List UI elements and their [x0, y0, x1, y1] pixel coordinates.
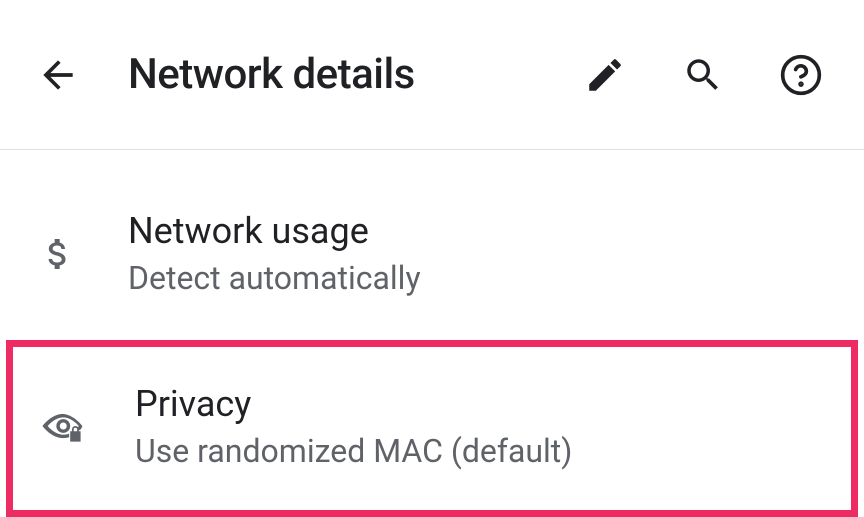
- settings-list: Network usage Detect automatically Priva…: [0, 150, 864, 517]
- back-button[interactable]: [28, 45, 88, 105]
- item-text: Network usage Detect automatically: [128, 210, 421, 298]
- search-icon: [682, 54, 724, 96]
- item-text: Privacy Use randomized MAC (default): [135, 383, 572, 471]
- privacy-eye-lock-icon: [39, 400, 91, 452]
- arrow-back-icon: [36, 53, 80, 97]
- header-actions: [580, 50, 826, 100]
- pencil-icon: [584, 54, 626, 96]
- help-icon: [779, 53, 823, 97]
- network-usage-item[interactable]: Network usage Detect automatically: [0, 180, 864, 328]
- item-title: Privacy: [135, 383, 572, 426]
- item-subtitle: Use randomized MAC (default): [135, 432, 572, 470]
- page-title: Network details: [128, 50, 580, 99]
- help-button[interactable]: [776, 50, 826, 100]
- edit-button[interactable]: [580, 50, 630, 100]
- app-header: Network details: [0, 0, 864, 150]
- dollar-icon: [32, 228, 84, 280]
- search-button[interactable]: [678, 50, 728, 100]
- item-subtitle: Detect automatically: [128, 259, 421, 297]
- privacy-item[interactable]: Privacy Use randomized MAC (default): [6, 340, 858, 517]
- item-title: Network usage: [128, 210, 421, 253]
